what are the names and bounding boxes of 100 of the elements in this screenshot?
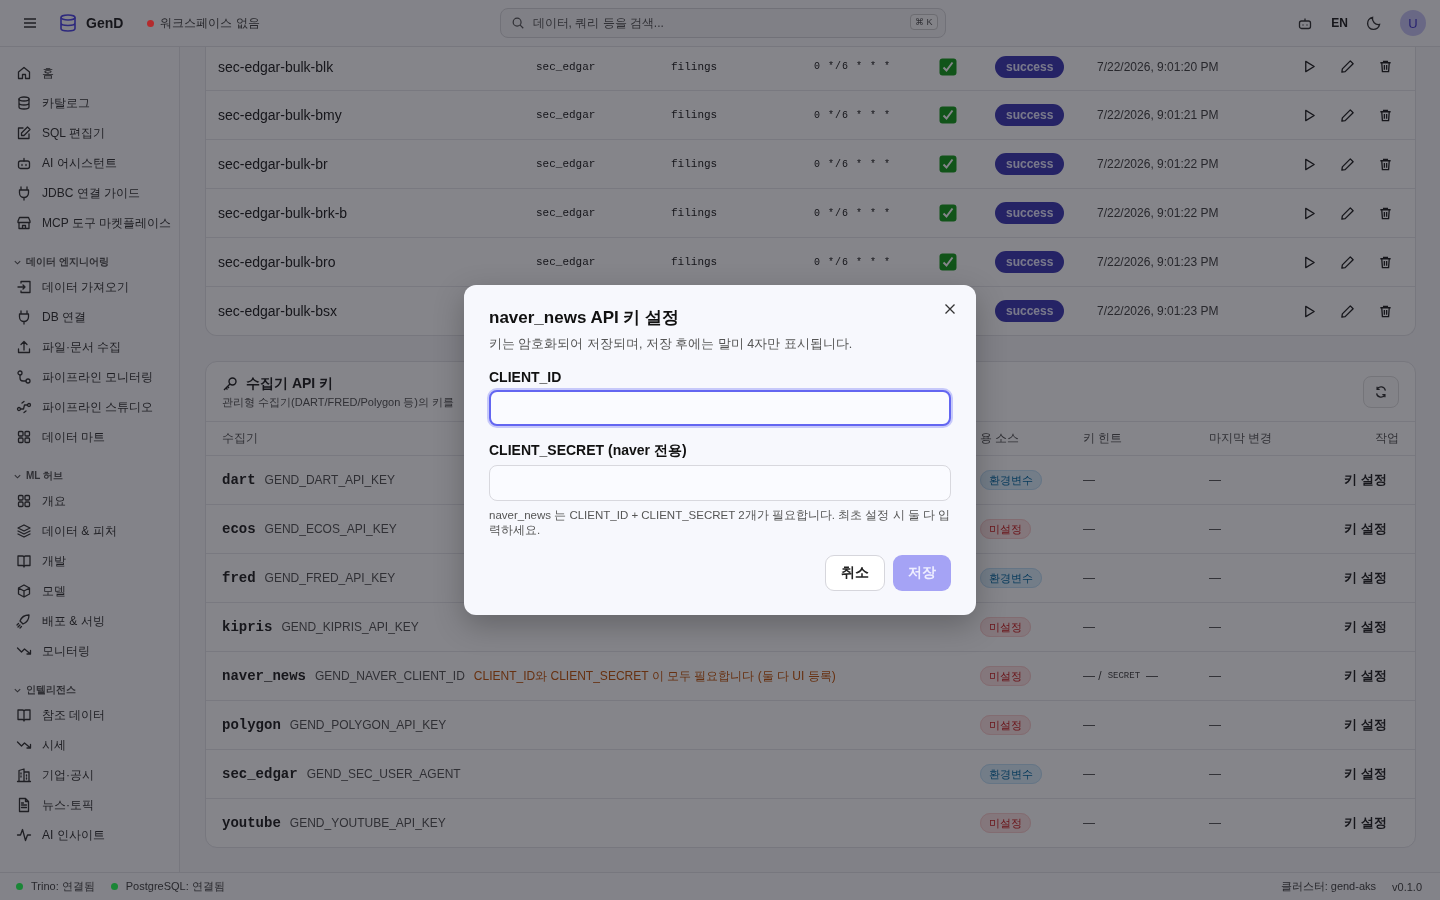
table-cell-text: 0 */6 * * * xyxy=(814,256,892,268)
sidebar-item[interactable]: 시세 xyxy=(16,730,179,760)
status-badge: success xyxy=(995,153,1065,175)
collector-name: dart xyxy=(222,472,256,488)
sidebar-item[interactable]: DB 연결 xyxy=(16,302,179,332)
sidebar-item[interactable]: 배포 & 서빙 xyxy=(16,606,179,636)
dialog-subtitle: 키는 암호화되어 저장되며, 저장 후에는 말미 4자만 표시됩니다. xyxy=(489,336,854,354)
table-cell-text: sec_edgar xyxy=(536,60,597,73)
table-cell-text: — xyxy=(1209,473,1222,487)
sidebar-item[interactable]: 파이프라인 스튜디오 xyxy=(16,392,179,422)
section-header[interactable]: 인텔리전스 xyxy=(13,680,179,700)
workspace-label[interactable]: 워크스페이스 없음 xyxy=(160,14,260,32)
edit-icon xyxy=(16,125,32,141)
set-key-button[interactable]: 키 설정 xyxy=(1344,614,1399,640)
env-var-name: GEND_SEC_USER_AGENT xyxy=(306,767,461,781)
cluster-name: 클러스터: gend-aks xyxy=(1280,879,1377,894)
sidebar-item[interactable]: 참조 데이터 xyxy=(16,700,179,730)
sidebar-item[interactable]: 카탈로그 xyxy=(16,88,179,118)
sidebar-item[interactable]: 데이터 & 피처 xyxy=(16,516,179,546)
set-key-button[interactable]: 키 설정 xyxy=(1344,810,1399,836)
sidebar-item[interactable]: 파이프라인 모니터링 xyxy=(16,362,179,392)
shortcut-hint: ⌘ K xyxy=(910,14,938,30)
env-var-name: GEND_KIPRIS_API_KEY xyxy=(281,620,419,634)
sidebar-item[interactable]: MCP 도구 마켓플레이스 xyxy=(16,208,179,238)
table-cell-text: sec-edgar-bulk-bmy xyxy=(218,107,343,123)
database-icon xyxy=(16,95,32,111)
sidebar-item[interactable]: 데이터 마트 xyxy=(16,422,179,452)
set-key-button[interactable]: 키 설정 xyxy=(1344,467,1399,493)
sidebar-item[interactable]: 개발 xyxy=(16,546,179,576)
key-icon xyxy=(222,376,238,392)
key-hint: — xyxy=(1083,571,1095,585)
book-icon xyxy=(16,553,32,569)
store-icon xyxy=(16,215,32,231)
env-var-name: GEND_YOUTUBE_API_KEY xyxy=(289,816,446,830)
table-cell-text: — xyxy=(1209,816,1222,830)
table-cell-text: 0 */6 * * * xyxy=(814,61,892,72)
collector-name: polygon xyxy=(222,717,281,733)
robot-icon xyxy=(16,155,32,171)
sidebar-item[interactable]: 홈 xyxy=(16,58,179,88)
table-cell-text: — xyxy=(1209,767,1222,781)
table-cell-text: filings xyxy=(671,60,719,73)
sidebar-item[interactable]: 기업·공시 xyxy=(16,760,179,790)
table-cell-text: 7/22/2026, 9:01:22 PM xyxy=(1097,157,1220,171)
source-badge: 미설정 xyxy=(980,665,1031,686)
refresh-button[interactable] xyxy=(1363,375,1399,408)
set-key-button[interactable]: 키 설정 xyxy=(1344,761,1399,787)
table-cell-text: filings xyxy=(671,109,719,121)
collector-name: fred xyxy=(222,570,256,586)
warning-text: CLIENT_ID와 CLIENT_SECRET 이 모두 필요합니다 (둘 다 UI 등록) xyxy=(473,667,836,685)
document-icon xyxy=(16,797,32,813)
book-icon xyxy=(16,707,32,723)
card-title: 수집기 API 키 xyxy=(246,375,334,393)
sidebar-item[interactable]: AI 어시스턴트 xyxy=(16,148,179,178)
set-key-button[interactable]: 키 설정 xyxy=(1344,516,1399,542)
sidebar-item[interactable]: 개요 xyxy=(16,486,179,516)
column-header: 용 소스 xyxy=(980,430,1021,447)
table-cell-text: — xyxy=(1209,522,1222,536)
sidebar-item[interactable]: 모델 xyxy=(16,576,179,606)
table-cell-text: sec_edgar xyxy=(536,158,597,170)
upload-icon xyxy=(16,339,32,355)
grid-icon xyxy=(16,429,32,445)
table-cell-text: sec-edgar-bulk-blk xyxy=(218,58,335,75)
cube-icon xyxy=(16,583,32,599)
table-cell-text: sec_edgar xyxy=(536,207,597,219)
sidebar-item[interactable]: 모니터링 xyxy=(16,636,179,666)
table-cell-text: — xyxy=(1209,669,1222,683)
key-hint: — xyxy=(1083,767,1095,781)
table-cell-text: 0 */6 * * * xyxy=(814,109,892,121)
collector-name: kipris xyxy=(222,619,273,635)
section-header[interactable]: ML 허브 xyxy=(13,466,179,486)
sidebar-item[interactable]: 데이터 가져오기 xyxy=(16,272,179,302)
input-field[interactable] xyxy=(489,390,951,427)
database-icon xyxy=(58,13,78,33)
field-label: CLIENT_ID xyxy=(489,369,563,386)
sidebar-item[interactable]: SQL 편집기 xyxy=(16,118,179,148)
avatar[interactable]: U xyxy=(1400,10,1426,36)
set-key-button[interactable]: 키 설정 xyxy=(1344,565,1399,591)
sidebar-item[interactable]: JDBC 연결 가이드 xyxy=(16,178,179,208)
language-button[interactable]: EN xyxy=(1331,16,1348,30)
secret-hint: — xyxy=(1146,669,1159,683)
set-key-button[interactable]: 키 설정 xyxy=(1344,712,1399,738)
key-hint: — xyxy=(1083,522,1095,536)
key-hint: — / xyxy=(1083,669,1102,683)
source-badge: 환경변수 xyxy=(980,567,1042,588)
section-header[interactable]: 데이터 엔지니어링 xyxy=(13,252,179,272)
sidebar-item[interactable]: 파일·문서 수집 xyxy=(16,332,179,362)
table-cell-text: sec-edgar-bulk-bro xyxy=(218,254,337,270)
sidebar-item[interactable]: AI 인사이트 xyxy=(16,820,179,850)
table-cell-text: sec_edgar xyxy=(536,109,597,121)
sidebar-item[interactable]: 뉴스·토픽 xyxy=(16,790,179,820)
source-badge: 미설정 xyxy=(980,812,1031,833)
dialog-title: naver_news API 키 설정 xyxy=(489,307,681,330)
home-icon xyxy=(16,65,32,81)
set-key-button[interactable]: 키 설정 xyxy=(1344,663,1399,689)
table-cell-text: sec_edgar xyxy=(536,256,597,268)
refresh-icon xyxy=(1374,384,1388,399)
cancel-button[interactable]: 취소 xyxy=(825,554,885,591)
plug-icon xyxy=(16,185,32,201)
table-cell-text: 7/22/2026, 9:01:23 PM xyxy=(1097,304,1220,318)
connection-status: PostgreSQL: 연결됨 xyxy=(125,879,225,894)
